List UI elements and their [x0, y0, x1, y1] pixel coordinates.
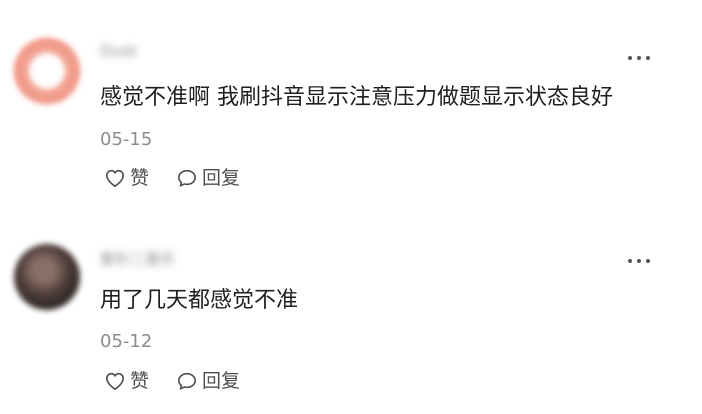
username[interactable]: 紫杉二喜乐	[100, 248, 175, 268]
avatar[interactable]	[14, 38, 80, 104]
reply-button[interactable]: 回复	[176, 369, 240, 393]
more-options-icon[interactable]	[628, 53, 656, 63]
heart-icon	[104, 371, 126, 391]
chat-bubble-icon	[176, 371, 198, 391]
reply-button[interactable]: 回复	[176, 166, 240, 190]
comment-date: 05-12	[100, 331, 153, 352]
heart-icon	[104, 168, 126, 188]
reply-label: 回复	[202, 370, 241, 392]
reply-label: 回复	[202, 167, 241, 189]
avatar[interactable]	[14, 244, 80, 310]
like-label: 赞	[130, 370, 150, 392]
like-button[interactable]: 赞	[104, 166, 149, 190]
comment-text: 用了几天都感觉不准	[100, 288, 299, 313]
more-options-icon[interactable]	[628, 256, 656, 266]
like-label: 赞	[130, 167, 150, 189]
like-button[interactable]: 赞	[104, 369, 149, 393]
chat-bubble-icon	[176, 168, 198, 188]
comment-text: 感觉不准啊 我刷抖音显示注意压力做题显示状态良好	[100, 85, 613, 110]
username[interactable]: Dusk	[100, 42, 138, 60]
comment-date: 05-15	[100, 129, 153, 150]
